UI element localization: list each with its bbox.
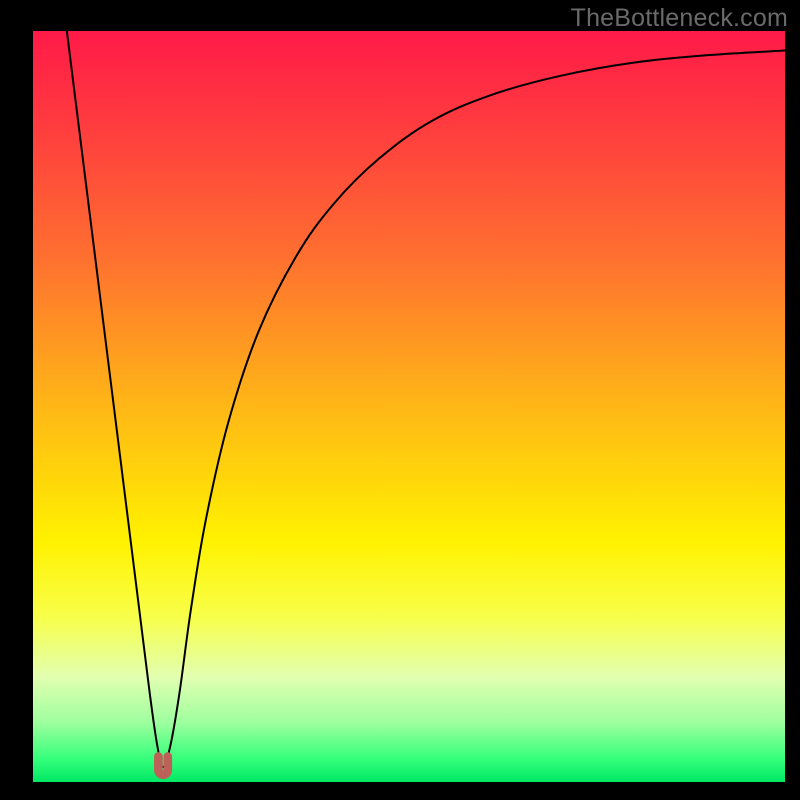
chart-svg (33, 31, 785, 782)
plot-area (33, 31, 785, 782)
chart-frame: TheBottleneck.com (0, 0, 800, 800)
watermark-text: TheBottleneck.com (571, 4, 788, 33)
